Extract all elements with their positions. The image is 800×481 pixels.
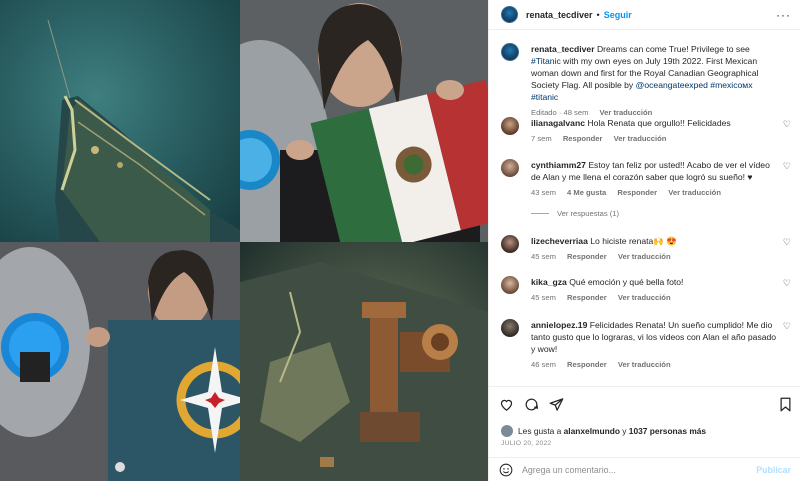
replies-divider: [531, 213, 549, 214]
translate-link[interactable]: Ver traducción: [618, 293, 671, 302]
translate-link[interactable]: Ver traducción: [600, 108, 653, 117]
like-heart-icon[interactable]: ♡: [783, 321, 791, 332]
reply-button[interactable]: Responder: [563, 134, 603, 143]
caption-username[interactable]: renata_tecdiver: [531, 44, 595, 54]
publish-button[interactable]: Publicar: [756, 465, 791, 475]
action-icons: [499, 397, 564, 412]
comment-time: 45 sem: [531, 293, 556, 302]
comment-time: 46 sem: [531, 360, 556, 369]
likes-prefix: Les gusta a: [518, 426, 562, 436]
photo-wreck-machinery: [240, 242, 488, 481]
view-replies-label: Ver respuestas (1): [557, 209, 620, 218]
comment-username[interactable]: cynthiamm27: [531, 160, 586, 170]
comment-time: 43 sem: [531, 188, 556, 197]
comment-text: Lo hiciste renata🙌 😍: [590, 236, 678, 246]
hashtag-link[interactable]: #mexicoмх: [710, 80, 752, 90]
mention-link[interactable]: @oceangateexped: [636, 80, 708, 90]
reply-button[interactable]: Responder: [567, 293, 607, 302]
avatar[interactable]: [501, 43, 519, 61]
comment-time: 45 sem: [531, 252, 556, 261]
photo-titanic-bow: [0, 0, 240, 242]
caption-body: renata_tecdiver Dreams can come True! Pr…: [531, 43, 781, 119]
like-heart-icon[interactable]: ♡: [783, 161, 791, 172]
comment-username[interactable]: lizecheverriaa: [531, 236, 588, 246]
more-options-icon[interactable]: ···: [776, 8, 791, 22]
caption-time: Editado · 48 sem: [531, 108, 589, 117]
comment-input[interactable]: Agrega un comentario...: [522, 465, 616, 475]
comment-username[interactable]: ilianagalvanc: [531, 118, 585, 128]
translate-link[interactable]: Ver traducción: [614, 134, 667, 143]
avatar[interactable]: [501, 319, 519, 337]
comment-body: lizecheverriaa Lo hiciste renata🙌 😍 45 s…: [531, 235, 781, 263]
likes-summary: Les gusta a alanxelmundo y 1037 personas…: [501, 425, 706, 437]
reply-button[interactable]: Responder: [567, 252, 607, 261]
reply-button[interactable]: Responder: [567, 360, 607, 369]
comment-body: kika_gza Qué emoción y qué bella foto! 4…: [531, 276, 781, 304]
avatar[interactable]: [501, 276, 519, 294]
like-heart-icon[interactable]: ♡: [783, 119, 791, 130]
avatar[interactable]: [501, 159, 519, 177]
comment-text: Hola Renata que orgullo!! Felicidades: [587, 118, 731, 128]
comment-meta: 45 sem Responder Ver traducción: [531, 292, 781, 304]
comment-text: Qué emoción y qué bella foto!: [569, 277, 684, 287]
likes-middle: y: [622, 426, 627, 436]
add-comment-bar: Agrega un comentario... Publicar: [489, 457, 800, 481]
comment-icon[interactable]: [524, 397, 539, 412]
comment-username[interactable]: kika_gza: [531, 277, 567, 287]
follow-button[interactable]: Seguir: [604, 10, 632, 20]
post-actions: Les gusta a alanxelmundo y 1037 personas…: [489, 386, 800, 481]
comment-meta: 46 sem Responder Ver traducción: [531, 359, 781, 371]
instagram-post: renata_tecdiver • Seguir ··· renata_tecd…: [0, 0, 800, 481]
avatar[interactable]: [501, 6, 518, 23]
emoji-icon[interactable]: [499, 463, 513, 477]
comment-time: 7 sem: [531, 134, 552, 143]
comments-list[interactable]: renata_tecdiver Dreams can come True! Pr…: [489, 31, 800, 385]
post-date: JULIO 20, 2022: [501, 440, 552, 447]
comment-likes[interactable]: 4 Me gusta: [567, 188, 606, 197]
comment-body: cynthiamm27 Estoy tan feliz por usted!! …: [531, 159, 781, 199]
avatar[interactable]: [501, 117, 519, 135]
likes-count[interactable]: 1037 personas más: [629, 426, 706, 436]
post-header: renata_tecdiver • Seguir ···: [489, 0, 800, 30]
avatar[interactable]: [501, 235, 519, 253]
caption-text: Dreams can come True! Privilege to see: [596, 44, 750, 54]
reply-button[interactable]: Responder: [617, 188, 657, 197]
translate-link[interactable]: Ver traducción: [668, 188, 721, 197]
photo-rcgs-flag: [0, 242, 240, 481]
comment-meta: 45 sem Responder Ver traducción: [531, 251, 781, 263]
header-username[interactable]: renata_tecdiver: [526, 10, 593, 20]
avatar[interactable]: [501, 425, 513, 437]
comment-body: annielopez.19 Felicidades Renata! Un sue…: [531, 319, 781, 371]
like-heart-icon[interactable]: ♡: [783, 237, 791, 248]
like-heart-icon[interactable]: ♡: [783, 278, 791, 289]
comment-username[interactable]: annielopez.19: [531, 320, 587, 330]
translate-link[interactable]: Ver traducción: [618, 360, 671, 369]
post-sidebar: renata_tecdiver • Seguir ··· renata_tecd…: [488, 0, 800, 481]
share-icon[interactable]: [549, 397, 564, 412]
hashtag-link[interactable]: #titanic: [531, 92, 558, 102]
bookmark-icon[interactable]: [778, 397, 793, 412]
header-separator: •: [596, 9, 600, 20]
comment-body: ilianagalvanc Hola Renata que orgullo!! …: [531, 117, 781, 145]
heart-icon[interactable]: [499, 397, 514, 412]
likes-user[interactable]: alanxelmundo: [564, 426, 620, 436]
comment-meta: 7 sem Responder Ver traducción: [531, 133, 781, 145]
view-replies-button[interactable]: Ver respuestas (1): [531, 209, 619, 218]
photo-mexican-flag: [240, 0, 488, 242]
hashtag-link[interactable]: #Titanic: [531, 56, 561, 66]
comment-meta: 43 sem 4 Me gusta Responder Ver traducci…: [531, 187, 781, 199]
translate-link[interactable]: Ver traducción: [618, 252, 671, 261]
post-image[interactable]: [0, 0, 488, 481]
